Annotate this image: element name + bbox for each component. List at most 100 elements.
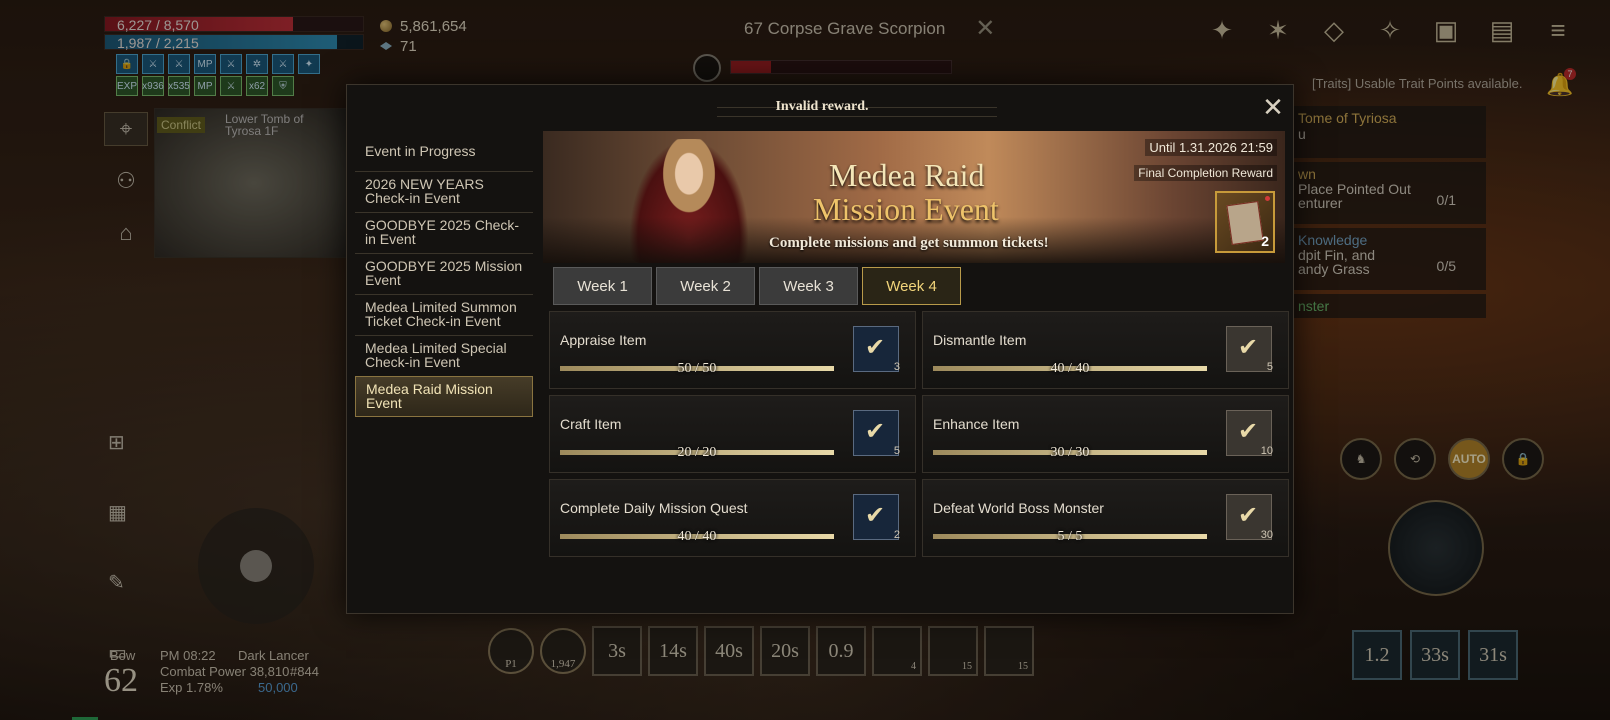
skill-slot[interactable]: 0.9	[816, 626, 866, 676]
tracker-title: Knowledge	[1298, 232, 1368, 248]
reward-qty: 2	[893, 529, 900, 541]
tab-week-4[interactable]: Week 4	[862, 267, 961, 305]
buff-icon[interactable]: ⚔	[142, 54, 164, 74]
skill-slot[interactable]: 20s	[760, 626, 810, 676]
buff-icon[interactable]: x62	[246, 76, 268, 96]
side-shortcuts: ⊞ ▦ ✎ ▭	[108, 430, 142, 668]
potion-slot[interactable]: 1,947	[540, 628, 586, 674]
skill-slot[interactable]: 15	[984, 626, 1034, 676]
mission-reward-button[interactable]: ✔ 10	[1226, 410, 1273, 457]
buff-icon[interactable]: MP	[194, 54, 216, 74]
movement-joystick[interactable]	[198, 508, 314, 624]
calendar-icon[interactable]: ▦	[108, 500, 142, 528]
potion-slot[interactable]: P1	[488, 628, 534, 674]
event-list-item[interactable]: 2026 NEW YEARS Check-in Event	[355, 171, 533, 212]
top-menu: ✦ ✶ ◇ ✧ ▣ ▤ ≡	[1204, 12, 1576, 48]
weapon-class: Bow	[110, 648, 136, 663]
target-info: 67 Corpse Grave Scorpion ✕	[744, 14, 995, 43]
mount-icon[interactable]: ♞	[1340, 438, 1382, 480]
buff-icon[interactable]: ⚔	[168, 54, 190, 74]
target-switch-icon[interactable]: ⟲	[1394, 438, 1436, 480]
emblem-icon[interactable]: ✦	[1204, 12, 1240, 48]
slot-label: 40s	[715, 639, 743, 662]
location-pin-icon[interactable]: ⌖	[104, 112, 148, 146]
mission-reward-button[interactable]: ✔ 30	[1226, 494, 1273, 541]
attack-button[interactable]	[1388, 500, 1484, 596]
exp-value: 50,000	[258, 680, 298, 695]
buff-icon[interactable]: ⛨	[272, 76, 294, 96]
event-list-item[interactable]: GOODBYE 2025 Check-in Event	[355, 212, 533, 253]
skill-slot[interactable]: 4	[872, 626, 922, 676]
tracker-row[interactable]: nster	[1290, 294, 1486, 318]
skill-slot[interactable]: 33s	[1410, 630, 1460, 680]
bell-icon[interactable]: 🔔 7	[1546, 68, 1576, 102]
mission-reward-button[interactable]: ✔ 3	[853, 326, 900, 373]
rank: #844	[290, 664, 319, 679]
buff-icon[interactable]: EXP	[116, 76, 138, 96]
event-list-item[interactable]: GOODBYE 2025 Mission Event	[355, 253, 533, 294]
mission-name: Defeat World Boss Monster	[933, 500, 1104, 516]
tracker-row[interactable]: Tome of Tyriosa u	[1290, 106, 1486, 158]
buff-icon[interactable]: ⚔	[272, 54, 294, 74]
slot-label: 20s	[771, 639, 799, 662]
event-list-item[interactable]: Medea Limited Special Check-in Event	[355, 335, 533, 376]
mission-reward-button[interactable]: ✔ 5	[853, 410, 900, 457]
skill-bar: P1 1,947 3s 14s 40s 20s 0.9 4 15 15	[488, 626, 1034, 676]
cards-icon[interactable]: ▣	[1428, 12, 1464, 48]
buff-icon[interactable]: x535	[168, 76, 190, 96]
tracker-row[interactable]: wn Place Pointed Out enturer 0/1	[1290, 162, 1486, 224]
final-reward-item[interactable]: 2	[1215, 191, 1275, 253]
skill-slot[interactable]: 1.2	[1352, 630, 1402, 680]
diamond-icon[interactable]: ◇	[1316, 12, 1352, 48]
auto-button[interactable]: AUTO	[1448, 438, 1490, 480]
joystick-knob[interactable]	[240, 550, 272, 582]
home-icon[interactable]: ⌂	[104, 216, 148, 250]
buff-icon[interactable]: ⚔	[220, 76, 242, 96]
tab-week-1[interactable]: Week 1	[553, 267, 652, 305]
add-friend-icon[interactable]: ⚇	[104, 164, 148, 198]
chest-icon[interactable]: ▤	[1484, 12, 1520, 48]
skill-slot[interactable]: 3s	[592, 626, 642, 676]
buff-icon[interactable]: MP	[194, 76, 216, 96]
checkmark-icon: ✔	[1238, 418, 1259, 445]
skill-slot[interactable]: 14s	[648, 626, 698, 676]
tracker-row[interactable]: Knowledge dpit Fin, and andy Grass 0/5	[1290, 228, 1486, 290]
compass-icon[interactable]: ✧	[1372, 12, 1408, 48]
mission-card: Enhance Item 30 / 30 ✔ 10	[922, 395, 1289, 473]
event-list-item[interactable]: Medea Raid Mission Event	[355, 376, 533, 417]
tracker-title: wn	[1298, 166, 1316, 182]
mission-name: Appraise Item	[560, 332, 647, 348]
tab-week-3[interactable]: Week 3	[759, 267, 858, 305]
tab-week-2[interactable]: Week 2	[656, 267, 755, 305]
reward-dot	[1265, 196, 1270, 201]
target-lock-icon[interactable]	[693, 54, 721, 82]
skill-slot[interactable]: 15	[928, 626, 978, 676]
target-close-icon[interactable]: ✕	[975, 14, 995, 43]
final-reward-qty: 2	[1261, 233, 1269, 249]
mission-reward-button[interactable]: ✔ 5	[1226, 326, 1273, 373]
buff-icon[interactable]: ⚔	[220, 54, 242, 74]
buff-icon[interactable]: 🔒	[116, 54, 138, 74]
mission-card: Dismantle Item 40 / 40 ✔ 5	[922, 311, 1289, 389]
skill-slot[interactable]: 31s	[1468, 630, 1518, 680]
buff-icon[interactable]: ✲	[246, 54, 268, 74]
menu-icon[interactable]: ≡	[1540, 12, 1576, 48]
lock-icon[interactable]: 🔒	[1502, 438, 1544, 480]
buff-icons: 🔒 ⚔ ⚔ MP ⚔ ✲ ⚔ ✦ EXP x936 x535 MP ⚔ x62 ⛨	[116, 54, 322, 96]
skill-slot[interactable]: 40s	[704, 626, 754, 676]
mission-name: Craft Item	[560, 416, 622, 432]
checkmark-icon: ✔	[865, 334, 886, 361]
reward-qty: 5	[1266, 361, 1273, 373]
slot-label: 0.9	[828, 639, 854, 662]
star-icon[interactable]: ✶	[1260, 12, 1296, 48]
gold-amount: 5,861,654	[400, 17, 467, 35]
banner-title-line1: Medea Raid	[829, 157, 985, 193]
close-icon[interactable]: ✕	[1259, 93, 1287, 121]
event-list-item[interactable]: Medea Limited Summon Ticket Check-in Eve…	[355, 294, 533, 335]
minimap[interactable]: Conflict Lower Tomb of Tyrosa 1F	[154, 108, 354, 258]
log-icon[interactable]: ✎	[108, 570, 142, 598]
buff-icon[interactable]: ✦	[298, 54, 320, 74]
grid-menu-icon[interactable]: ⊞	[108, 430, 142, 458]
mission-reward-button[interactable]: ✔ 2	[853, 494, 900, 541]
buff-icon[interactable]: x936	[142, 76, 164, 96]
